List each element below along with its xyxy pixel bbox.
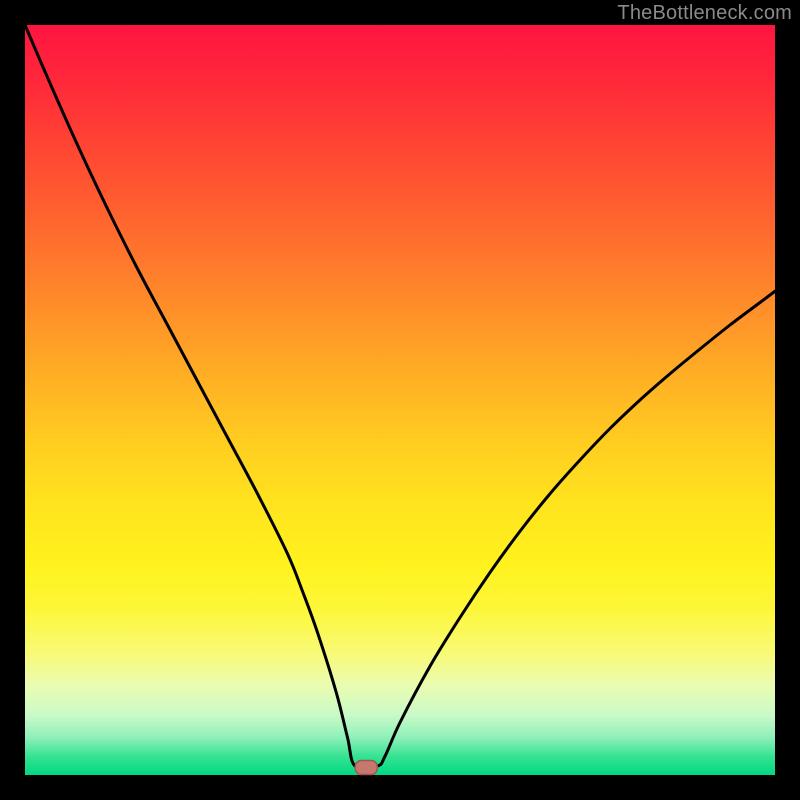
chart-svg	[25, 25, 775, 775]
optimal-marker	[355, 761, 377, 775]
chart-frame: TheBottleneck.com	[0, 0, 800, 800]
watermark-text: TheBottleneck.com	[617, 2, 792, 25]
bottleneck-curve	[25, 25, 775, 769]
